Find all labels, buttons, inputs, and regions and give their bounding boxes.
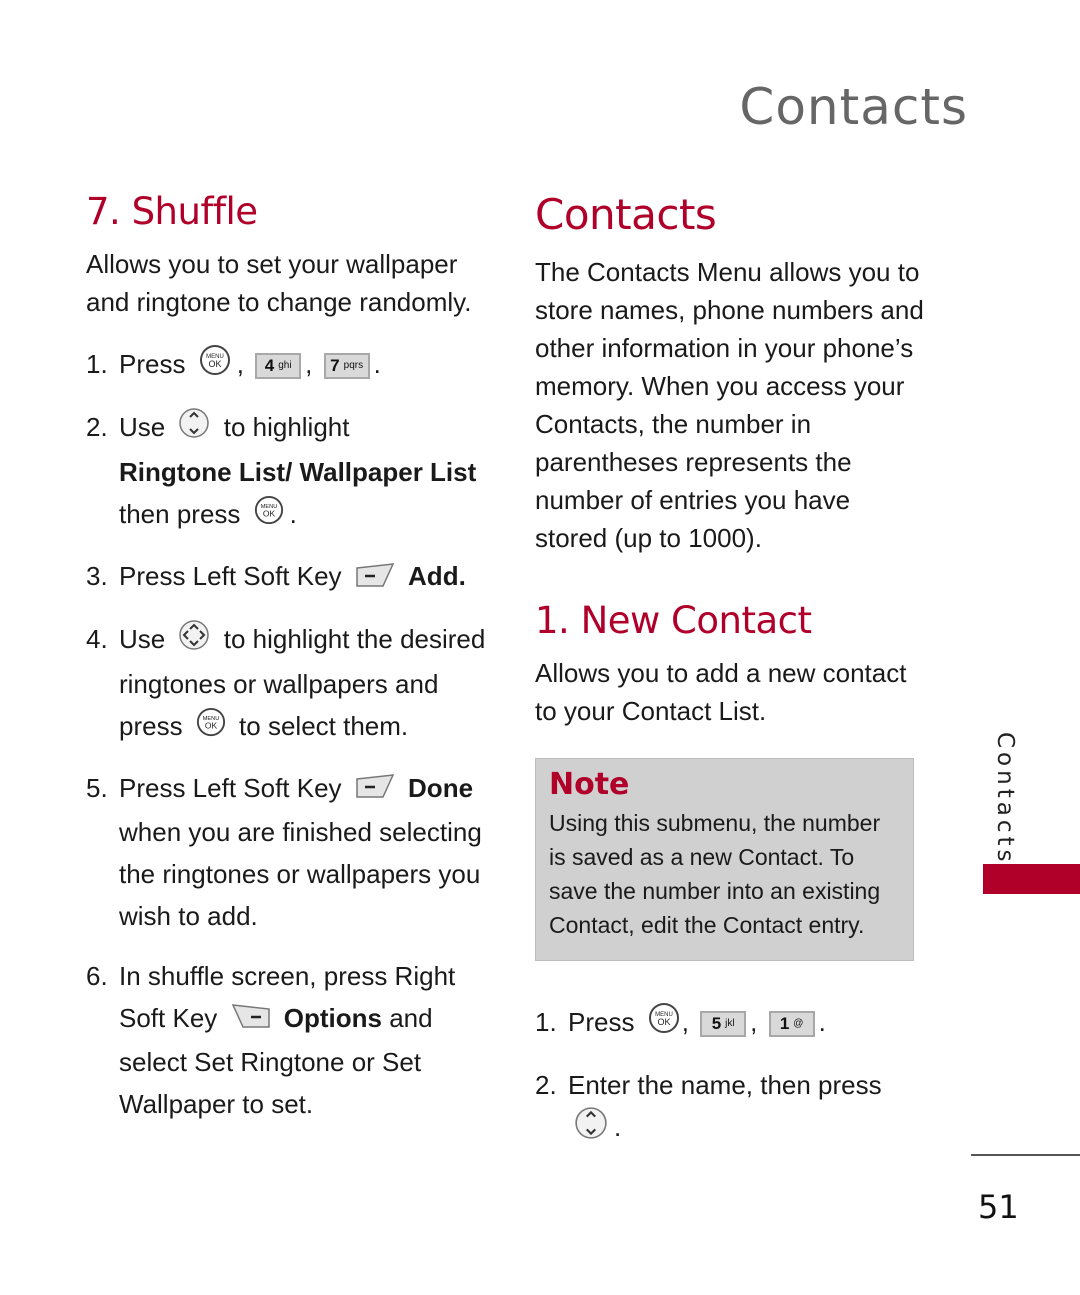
contacts-intro: The Contacts Menu allows you to store na… [535, 257, 924, 553]
key-main-label: 4 [264, 356, 275, 376]
options-label: Options [283, 1002, 382, 1033]
done-label: Done [408, 772, 474, 803]
footer-divider [971, 1154, 1080, 1156]
shuffle-step-1: 1. Press MENU OK , 4 ghi, 7 pqrs. [86, 343, 486, 388]
step-text: then press [119, 499, 241, 530]
note-title: Note [549, 767, 630, 802]
step-number: 1. [86, 349, 108, 379]
up-down-nav-key-icon [574, 1106, 608, 1152]
contacts-section: Contacts The Contacts Menu allows you to… [535, 190, 925, 1152]
new-contact-step-2: 2. Enter the name, then press . [535, 1064, 925, 1152]
period: . [373, 349, 381, 379]
page-header-title: Contacts [739, 78, 968, 136]
menu-ok-key-icon: MENU OK [199, 344, 231, 388]
four-way-nav-key-icon [178, 619, 210, 663]
note-box: Note Using this submenu, the number is s… [535, 758, 914, 961]
step-number: 3. [86, 561, 108, 592]
step-number: 2. [535, 1070, 557, 1101]
period: . [289, 499, 297, 530]
svg-text:OK: OK [208, 359, 221, 369]
key-main-label: 7 [330, 356, 340, 376]
step-text: Enter the name, then press [568, 1070, 882, 1101]
key-5-jkl-icon: 5 jkl [700, 1011, 747, 1038]
step-number: 2. [86, 412, 108, 443]
step-text: Press Left Soft Key [119, 772, 342, 803]
key-sub-label: ghi [278, 360, 292, 372]
key-sub-label: pqrs [343, 360, 364, 372]
menu-ok-key-icon: MENU OK [648, 1002, 680, 1046]
contacts-heading: Contacts [535, 190, 717, 239]
up-down-nav-key-icon [178, 407, 210, 451]
step-text: when you are finished selecting the ring… [119, 816, 482, 931]
note-text: Using this submenu, the number is saved … [549, 810, 881, 938]
new-contact-step-1: 1. Press MENU OK , 5 jkl, 1 @. [535, 1001, 925, 1046]
separator: , [305, 349, 313, 379]
period: . [818, 1007, 826, 1037]
key-main-label: 1 [779, 1014, 790, 1034]
side-tab-label: Contacts [992, 732, 1018, 866]
step-text: to select them. [239, 710, 409, 741]
shuffle-heading: 7. Shuffle [86, 190, 258, 233]
key-1-voicemail-icon: 1 @ [768, 1011, 815, 1038]
side-tab-marker [983, 864, 1080, 894]
key-sub-label: @ [793, 1018, 804, 1030]
left-soft-key-icon [355, 558, 395, 600]
separator: , [750, 1007, 758, 1037]
right-soft-key-icon [231, 999, 271, 1041]
step-text: Press [119, 349, 186, 379]
shuffle-step-4: 4. Use to highlight the desired ringtone… [86, 618, 486, 749]
period: . [614, 1112, 622, 1143]
step-number: 1. [535, 1007, 557, 1037]
separator: , [236, 349, 244, 379]
key-4-ghi-icon: 4 ghi [255, 353, 302, 380]
step-text: to highlight [223, 412, 350, 443]
shuffle-step-3: 3. Press Left Soft Key Add. [86, 555, 486, 599]
ringtone-wallpaper-list-label: Ringtone List/ Wallpaper List [119, 457, 477, 488]
key-7-pqrs-icon: 7 pqrs [323, 353, 370, 380]
step-text: Press [568, 1007, 635, 1037]
step-number: 6. [86, 960, 108, 991]
shuffle-section: 7. Shuffle Allows you to set your wallpa… [86, 190, 486, 1125]
add-label: Add. [408, 561, 466, 592]
step-text: Press Left Soft Key [119, 561, 342, 592]
shuffle-intro: Allows you to set your wallpaper and rin… [86, 249, 472, 317]
new-contact-heading: 1. New Contact [535, 599, 812, 642]
left-soft-key-icon [355, 769, 395, 811]
page-number: 51 [978, 1188, 1019, 1226]
step-number: 4. [86, 623, 108, 654]
svg-text:OK: OK [205, 720, 218, 730]
step-number: 5. [86, 772, 108, 803]
key-sub-label: jkl [725, 1018, 735, 1030]
shuffle-step-5: 5. Press Left Soft Key Done when you are… [86, 767, 486, 937]
new-contact-intro: Allows you to add a new contact to your … [535, 658, 907, 726]
menu-ok-key-icon: MENU OK [254, 495, 284, 537]
svg-text:OK: OK [263, 509, 276, 519]
shuffle-step-6: 6. In shuffle screen, press Right Soft K… [86, 955, 486, 1125]
key-main-label: 5 [711, 1014, 722, 1034]
shuffle-step-2: 2. Use to highlight Ringtone List/ Wallp… [86, 406, 486, 537]
step-text: Use [119, 412, 166, 443]
svg-text:OK: OK [657, 1017, 670, 1027]
step-text: Use [119, 623, 166, 654]
menu-ok-key-icon: MENU OK [196, 707, 226, 749]
separator: , [681, 1007, 689, 1037]
